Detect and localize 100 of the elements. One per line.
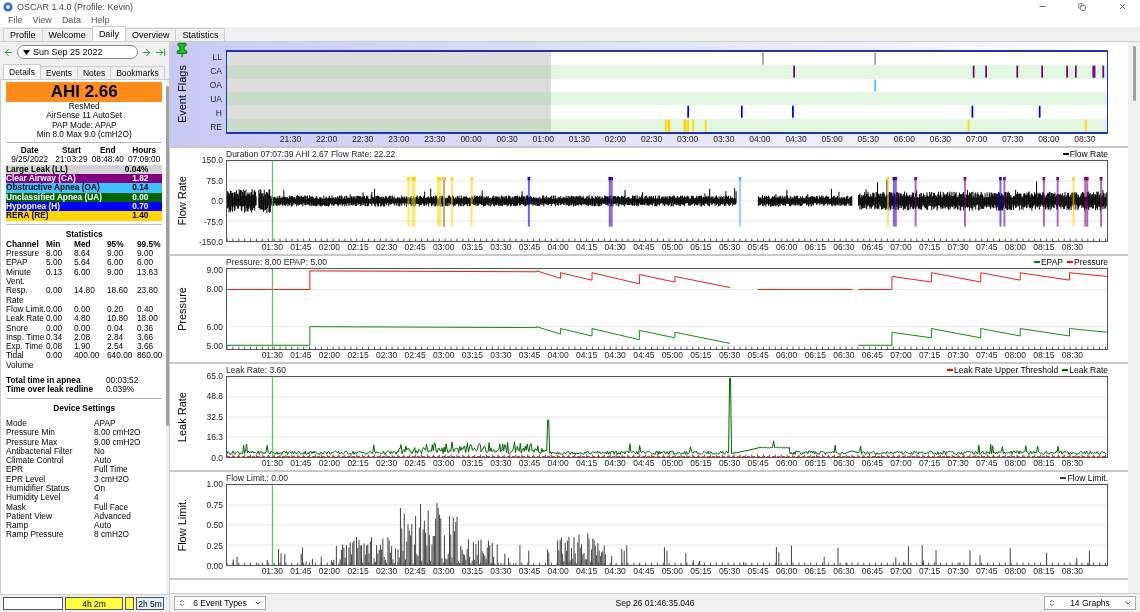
- setting-label: Patient View: [6, 511, 53, 522]
- time-axis-label: 06:45: [860, 350, 885, 362]
- time-axis-label: 04:00: [546, 242, 570, 254]
- time-axis-label: 04:45: [632, 566, 656, 578]
- time-axis-label: 05:15: [689, 458, 713, 470]
- table-cell-text: 18.60: [107, 286, 129, 298]
- setting-value: Full Time: [94, 465, 129, 475]
- time-axis-label: 05:15: [689, 566, 713, 578]
- menu-item[interactable]: Data: [57, 15, 85, 25]
- table-cell-text: 1.90: [74, 342, 92, 352]
- time-axis-label: 06:15: [803, 458, 827, 470]
- column-header: Min: [46, 239, 62, 250]
- time-axis-label: 07:30: [946, 566, 970, 578]
- date-picker[interactable]: Sun Sep 25 2022: [17, 45, 138, 59]
- tab[interactable]: Welcome: [41, 28, 93, 41]
- time-axis-label: 07:15: [917, 242, 942, 254]
- time-axis-label: 03:30: [489, 566, 513, 578]
- y-axis-label: 0.50: [206, 520, 223, 530]
- time-axis-label: 03:00: [432, 350, 456, 362]
- y-axis-label: 0.0: [211, 196, 223, 206]
- table-cell-text: 3.66: [137, 342, 155, 352]
- graph-title: Flow Limit.: [176, 498, 188, 552]
- tab[interactable]: Daily: [91, 26, 126, 41]
- event-types-select[interactable]: 6 Event Types: [174, 596, 266, 610]
- table-cell-text: 0.20: [107, 304, 125, 315]
- y-axis-label: 0.0: [211, 453, 223, 463]
- table-cell-text: 0.04: [107, 323, 125, 333]
- table-cell-text: 9.00: [137, 249, 155, 259]
- table-cell-text: 2.08: [74, 332, 92, 343]
- time-axis-label: 02:15: [346, 566, 370, 578]
- table-cell-text: 0.00: [46, 323, 64, 333]
- time-axis-label: 06:15: [803, 566, 827, 578]
- time-axis-label: 05:30: [717, 350, 742, 362]
- pin-icon[interactable]: [174, 42, 190, 58]
- time-axis-label: 05:30: [717, 458, 742, 470]
- time-axis-label: 06:00: [775, 458, 799, 470]
- y-axis-label: 150.0: [201, 155, 223, 165]
- table-cell-text: Tidal Volume: [6, 351, 35, 370]
- scrollbar-thumb[interactable]: [1132, 46, 1136, 101]
- table-cell-text: 9.00: [107, 267, 125, 279]
- time-axis-label: 02:30: [374, 566, 399, 578]
- y-axis-label: 75.0: [206, 175, 223, 186]
- setting-value: Full Face: [94, 502, 130, 512]
- scrollbar-thumb[interactable]: [166, 86, 170, 426]
- next-day-button[interactable]: [141, 46, 152, 58]
- time-axis-label: 04:45: [632, 458, 656, 470]
- last-day-button[interactable]: [155, 46, 166, 58]
- graphs-select[interactable]: 14 Graphs: [1044, 596, 1136, 610]
- setting-value: 9.00 cmH2O: [94, 437, 142, 447]
- previous-day-button[interactable]: [3, 46, 14, 58]
- setting-label: EPR: [6, 465, 25, 475]
- menu-item[interactable]: View: [28, 15, 56, 25]
- time-axis-label: 07:30: [946, 350, 970, 362]
- y-axis-label: 5.00: [206, 341, 223, 352]
- time-axis-label: 06:45: [860, 566, 885, 578]
- menu-item[interactable]: Help: [86, 15, 114, 25]
- tab[interactable]: Overview: [124, 28, 177, 41]
- ahi-banner: AHI 2.66: [6, 82, 163, 102]
- time-axis-label: 08:15: [1032, 242, 1056, 254]
- table-cell-text: 4.80: [74, 314, 92, 324]
- table-cell-text: 0.00: [74, 304, 92, 315]
- time-axis-label: 02:45: [403, 566, 427, 578]
- y-axis-label: -75.0: [203, 216, 223, 227]
- time-axis-label: 08:00: [1037, 134, 1061, 146]
- y-axis-label: 16.3: [206, 432, 223, 443]
- tab[interactable]: Profile: [3, 28, 43, 41]
- table-cell-text: Minute Vent.: [6, 267, 32, 287]
- time-axis-label: 07:45: [975, 350, 999, 362]
- table-cell-text: 5.00: [46, 258, 64, 268]
- tab[interactable]: Statistics: [175, 28, 226, 41]
- device-info: AirSense 11 AutoSet: [45, 111, 124, 121]
- column-header: 95%: [107, 239, 125, 250]
- total-label: Time over leak redline: [6, 385, 94, 395]
- table-cell-text: 2.54: [107, 342, 125, 352]
- table-cell-text: Leak Rate: [6, 314, 45, 324]
- time-axis-label: 06:00: [775, 350, 799, 362]
- time-axis-label: 07:00: [889, 458, 913, 470]
- time-axis-label: 06:45: [860, 242, 885, 254]
- time-axis-label: 00:00: [459, 134, 483, 146]
- table-cell-text: Snore: [6, 323, 30, 333]
- tab[interactable]: Bookmarks: [110, 66, 165, 79]
- time-axis-label: 01:30: [260, 566, 284, 578]
- table-cell-text: 14.80: [74, 286, 96, 298]
- graph-info: Duration 07:07:39 AHI 2.67 Flow Rate: 22.22: [226, 149, 396, 159]
- table-cell-text: 3.66: [137, 332, 155, 343]
- menu-item[interactable]: File: [4, 15, 27, 25]
- event-index-label: Clear Airway (CA): [6, 174, 76, 184]
- table-cell-text: 0.00: [46, 314, 64, 324]
- legend-label: Flow Rate: [1069, 149, 1108, 159]
- time-axis-label: 02:45: [403, 350, 427, 362]
- tab[interactable]: Events: [40, 66, 78, 79]
- time-bar-label: 2h 5m: [138, 598, 162, 609]
- tab[interactable]: Details: [3, 64, 41, 79]
- time-axis-label: 03:45: [517, 242, 542, 254]
- time-axis-label: 04:15: [575, 350, 599, 362]
- time-axis-label: 01:45: [289, 350, 313, 362]
- event-index-label: Hypopnea (H): [6, 201, 60, 212]
- time-axis-label: 01:45: [289, 242, 313, 254]
- flag-row-label: OA: [208, 79, 223, 92]
- setting-label: Pressure Min: [6, 428, 56, 438]
